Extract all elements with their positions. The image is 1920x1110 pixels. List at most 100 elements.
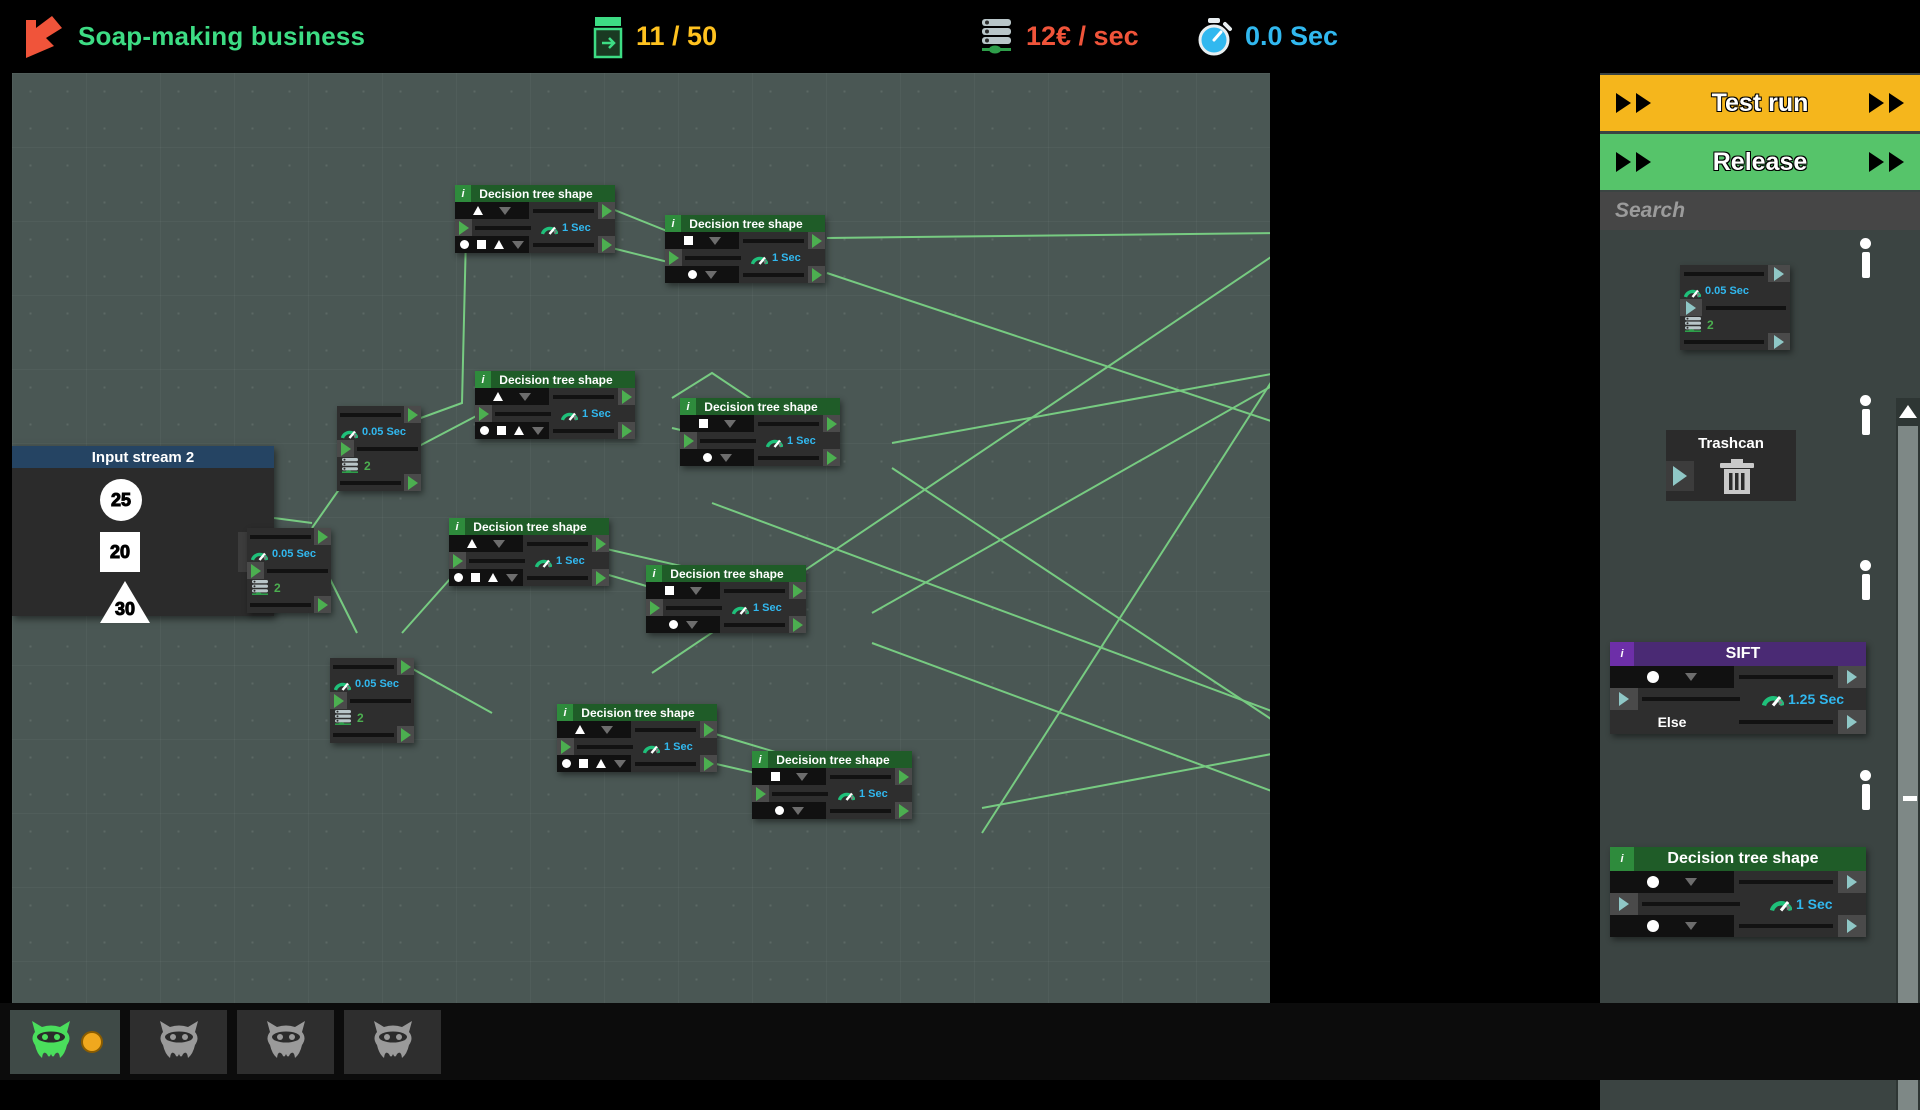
chevron-down-icon[interactable] <box>1685 673 1697 681</box>
info-icon[interactable]: i <box>449 518 465 535</box>
gauge-icon <box>334 678 351 690</box>
decision-tree-shape-node[interactable]: iDecision tree shape1 Sec <box>646 565 806 633</box>
node-palette[interactable]: 0.05 Sec 2 Trashcan <box>1600 230 1920 1110</box>
chevron-down-icon[interactable] <box>1685 922 1697 930</box>
decision-node-title: Decision tree shape <box>768 753 912 767</box>
square-shape-icon <box>471 573 480 582</box>
scrollbar-grip <box>1903 796 1917 801</box>
decision-tree-shape-node[interactable]: iDecision tree shape1 Sec <box>557 704 717 772</box>
taskbar-tile[interactable] <box>130 1010 227 1074</box>
chevron-down-icon[interactable] <box>493 540 505 548</box>
palette-trashcan-node[interactable]: Trashcan <box>1666 430 1796 501</box>
decision-node-time: 1 Sec <box>562 222 591 234</box>
info-icon[interactable]: i <box>455 185 471 202</box>
decision-tree-shape-node[interactable]: iDecision tree shape 1 Sec <box>752 751 912 819</box>
decision-tree-shape-node[interactable]: iDecision tree shape1 Sec <box>455 185 615 253</box>
circle-shape-icon <box>1647 876 1659 888</box>
decision-node-time: 1 Sec <box>772 252 801 264</box>
input-circle-shape: 25 <box>100 479 142 521</box>
square-shape-icon <box>771 772 780 781</box>
level-indicator: 11 / 50 <box>592 15 717 59</box>
stack-icon <box>1684 317 1702 332</box>
info-icon[interactable]: i <box>665 215 681 232</box>
circle-shape-icon <box>454 573 463 582</box>
chevron-down-icon[interactable] <box>512 241 524 249</box>
test-run-button[interactable]: Test run <box>1600 75 1920 131</box>
timer-node[interactable]: 0.05 Sec2 <box>247 528 331 613</box>
chevron-down-icon[interactable] <box>796 773 808 781</box>
input-stream-title: Input stream 2 <box>12 446 274 468</box>
timer-node[interactable]: 0.05 Sec2 <box>330 658 414 743</box>
info-handle-icon[interactable] <box>1860 238 1872 278</box>
taskbar-tile[interactable] <box>10 1010 120 1074</box>
gauge-icon <box>541 222 558 234</box>
circle-shape-icon <box>669 620 678 629</box>
timer-value: 0.0 Sec <box>1245 21 1338 52</box>
chevron-down-icon[interactable] <box>686 621 698 629</box>
stopwatch-icon <box>1195 17 1233 57</box>
palette-timer-node[interactable]: 0.05 Sec 2 <box>1680 265 1790 350</box>
sift-else-label: Else <box>1610 714 1734 730</box>
decision-node-time: 1 Sec <box>753 602 782 614</box>
top-bar: Soap-making business 11 / 50 12€ / sec 0… <box>0 0 1920 73</box>
timer-node[interactable]: 0.05 Sec2 <box>337 406 421 491</box>
circle-shape-icon <box>562 759 571 768</box>
info-icon[interactable]: i <box>475 371 491 388</box>
info-handle-icon[interactable] <box>1860 560 1872 600</box>
status-dot-indicator <box>81 1031 103 1053</box>
bottom-taskbar <box>0 1003 1920 1080</box>
info-icon[interactable]: i <box>680 398 696 415</box>
money-rate-value: 12€ / sec <box>1026 21 1139 52</box>
node-graph-canvas[interactable]: Input stream 2 25 20 30 0.05 Sec20.05 Se… <box>12 73 1270 1003</box>
gauge-icon <box>1762 691 1784 707</box>
money-rate-indicator: 12€ / sec <box>980 17 1139 57</box>
chevron-down-icon[interactable] <box>614 760 626 768</box>
triangle-shape-icon <box>493 392 503 401</box>
circle-shape-icon <box>688 270 697 279</box>
info-icon[interactable]: i <box>1610 642 1634 666</box>
taskbar-tile[interactable] <box>344 1010 441 1074</box>
scroll-up-arrow-icon[interactable] <box>1896 398 1920 424</box>
info-icon[interactable]: i <box>557 704 573 721</box>
decision-node-time: 1 Sec <box>859 788 888 800</box>
stack-icon <box>251 580 269 595</box>
triangle-shape-icon <box>494 240 504 249</box>
chevron-down-icon[interactable] <box>720 454 732 462</box>
decision-tree-shape-node[interactable]: iDecision tree shape1 Sec <box>449 518 609 586</box>
decision-node-title: Decision tree shape <box>465 520 609 534</box>
info-icon[interactable]: i <box>646 565 662 582</box>
chevron-down-icon[interactable] <box>601 726 613 734</box>
chevron-down-icon[interactable] <box>499 207 511 215</box>
input-triangle-shape: 30 <box>100 581 150 623</box>
gauge-icon <box>535 555 552 567</box>
octo-cat-icon <box>262 1018 310 1065</box>
decision-tree-shape-node[interactable]: iDecision tree shape1 Sec <box>475 371 635 439</box>
play-arrow-icon <box>1673 466 1687 486</box>
chevron-down-icon[interactable] <box>1685 878 1697 886</box>
search-input[interactable]: Search <box>1600 192 1920 230</box>
palette-timer-count: 2 <box>1707 318 1714 332</box>
info-icon[interactable]: i <box>752 751 768 768</box>
timer-node-count: 2 <box>274 581 281 595</box>
chevron-down-icon[interactable] <box>690 587 702 595</box>
chevron-down-icon[interactable] <box>792 807 804 815</box>
palette-sift-node[interactable]: i SIFT 1.25 Sec Else <box>1610 642 1866 734</box>
chevron-down-icon[interactable] <box>724 420 736 428</box>
info-handle-icon[interactable] <box>1860 770 1872 810</box>
input-stream-node[interactable]: Input stream 2 25 20 30 <box>12 446 274 616</box>
taskbar-tile[interactable] <box>237 1010 334 1074</box>
chevron-down-icon[interactable] <box>709 237 721 245</box>
chevron-down-icon[interactable] <box>506 574 518 582</box>
info-handle-icon[interactable] <box>1860 395 1872 435</box>
chevron-down-icon[interactable] <box>519 393 531 401</box>
info-icon[interactable]: i <box>1610 847 1634 871</box>
palette-timer-value: 0.05 Sec <box>1705 285 1749 297</box>
release-button[interactable]: Release <box>1600 134 1920 190</box>
chevron-down-icon[interactable] <box>705 271 717 279</box>
decision-tree-shape-node[interactable]: iDecision tree shape1 Sec <box>680 398 840 466</box>
trashcan-input-port[interactable] <box>1666 461 1694 491</box>
server-stack-icon <box>980 17 1014 57</box>
decision-tree-shape-node[interactable]: iDecision tree shape1 Sec <box>665 215 825 283</box>
chevron-down-icon[interactable] <box>532 427 544 435</box>
palette-decision-node[interactable]: i Decision tree shape 1 Sec <box>1610 847 1866 937</box>
